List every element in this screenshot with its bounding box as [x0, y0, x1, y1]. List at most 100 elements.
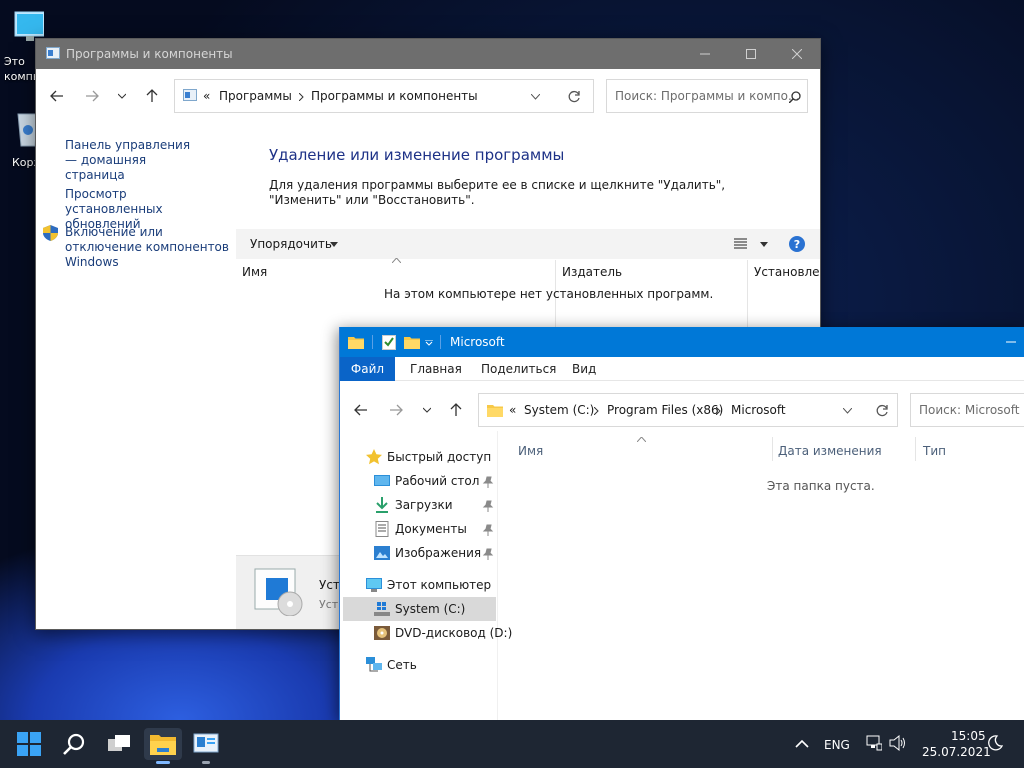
title-bar[interactable]: Microsoft [340, 327, 1024, 357]
chevron-up-icon[interactable] [795, 739, 809, 748]
caret-down-icon[interactable] [760, 242, 768, 247]
chevron-down-icon [423, 407, 431, 413]
search-placeholder: Поиск: Microsoft [919, 403, 1020, 417]
nav-downloads[interactable]: Загрузки [395, 498, 453, 512]
recent-locations-button[interactable] [416, 399, 438, 421]
view-options-icon[interactable] [734, 238, 747, 249]
arrow-left-icon [354, 404, 367, 416]
desktop-icon [374, 475, 390, 486]
recent-locations-button[interactable] [111, 85, 133, 107]
dvd-drive-icon [374, 626, 390, 640]
start-button[interactable] [13, 728, 45, 760]
pin-icon[interactable] [482, 548, 494, 560]
arrow-right-icon [390, 404, 403, 416]
notifications-icon[interactable] [987, 735, 1003, 751]
search-icon[interactable] [789, 91, 801, 103]
network-status-icon[interactable] [866, 735, 882, 751]
download-icon [376, 497, 388, 513]
taskbar-file-explorer[interactable] [144, 728, 182, 760]
chevron-down-icon[interactable] [531, 94, 540, 100]
nav-desktop[interactable]: Рабочий стол [395, 474, 479, 488]
properties-icon[interactable] [382, 334, 396, 350]
refresh-icon[interactable] [875, 404, 889, 418]
search-icon [63, 733, 85, 755]
task-view-button[interactable] [103, 728, 135, 760]
pin-icon[interactable] [482, 500, 494, 512]
pin-icon[interactable] [482, 524, 494, 536]
folder-icon [487, 405, 503, 417]
breadcrumb-programs[interactable]: Программы [219, 89, 292, 103]
column-divider [747, 260, 748, 330]
search-input[interactable]: Поиск: Microsoft [910, 393, 1024, 427]
back-button[interactable] [46, 85, 68, 107]
close-button[interactable] [774, 39, 820, 69]
breadcrumb-overflow[interactable]: « [203, 89, 210, 103]
nav-this-pc[interactable]: Этот компьютер [387, 578, 491, 592]
monitor-icon [366, 578, 382, 592]
command-bar: Упорядочить ? [236, 229, 820, 259]
nav-dvd-drive[interactable]: DVD-дисковод (D:) [395, 626, 512, 640]
nav-network[interactable]: Сеть [387, 658, 417, 672]
tab-share[interactable]: Поделиться [481, 362, 556, 376]
arrow-right-icon [86, 90, 99, 102]
tab-home[interactable]: Главная [410, 362, 462, 376]
search-button[interactable] [58, 728, 90, 760]
breadcrumb-microsoft[interactable]: Microsoft [731, 403, 786, 417]
nav-pictures[interactable]: Изображения [395, 546, 481, 560]
forward-button[interactable] [385, 399, 407, 421]
breadcrumb-program-files-x86[interactable]: Program Files (x86) [607, 403, 723, 417]
refresh-icon[interactable] [567, 90, 581, 104]
forward-button[interactable] [81, 85, 103, 107]
column-header-name[interactable]: Имя [242, 265, 267, 279]
task-view-icon [108, 735, 130, 751]
column-header-publisher[interactable]: Издатель [562, 265, 622, 279]
tab-file[interactable]: Файл [340, 357, 395, 381]
sidebar-link-control-panel-home[interactable]: Панель управления — домашняя страница [65, 138, 205, 183]
column-header-type[interactable]: Тип [923, 444, 946, 458]
speaker-icon[interactable] [889, 735, 907, 751]
new-folder-icon[interactable] [404, 335, 420, 349]
chevron-down-icon [118, 93, 126, 99]
address-bar[interactable]: « System (C:) Program Files (x86) Micros… [478, 393, 898, 427]
help-icon[interactable]: ? [789, 236, 805, 252]
title-bar[interactable]: Программы и компоненты [36, 39, 820, 69]
breadcrumb-overflow[interactable]: « [509, 403, 516, 417]
empty-folder-message: Эта папка пуста. [767, 479, 875, 493]
chevron-right-icon [716, 407, 721, 415]
minimize-button[interactable] [682, 39, 728, 69]
toolbar-divider [372, 335, 373, 349]
tab-view[interactable]: Вид [572, 362, 596, 376]
column-divider [772, 437, 773, 461]
up-button[interactable] [141, 85, 163, 107]
quick-access-toolbar-dropdown-icon[interactable] [425, 340, 433, 346]
star-icon [366, 449, 382, 465]
caret-down-icon[interactable] [330, 242, 338, 247]
breadcrumb-system-c[interactable]: System (C:) [524, 403, 594, 417]
control-panel-icon [46, 47, 60, 59]
breadcrumb-programs-features[interactable]: Программы и компоненты [311, 89, 478, 103]
organize-label: Упорядочить [250, 237, 332, 251]
sort-indicator-icon [392, 258, 401, 263]
clock-date[interactable]: 25.07.2021 [922, 745, 991, 759]
nav-quick-access[interactable]: Быстрый доступ [387, 450, 491, 464]
organize-button[interactable]: Упорядочить [250, 237, 332, 251]
nav-documents[interactable]: Документы [395, 522, 467, 536]
search-input[interactable]: Поиск: Программы и компо... [606, 79, 808, 113]
chevron-down-icon[interactable] [843, 408, 852, 414]
column-header-name[interactable]: Имя [518, 444, 543, 458]
pin-icon[interactable] [482, 476, 494, 488]
pictures-icon [374, 546, 390, 560]
input-language-indicator[interactable]: ENG [824, 738, 850, 752]
column-header-date-modified[interactable]: Дата изменения [778, 444, 882, 458]
shield-icon [43, 225, 58, 241]
back-button[interactable] [350, 399, 372, 421]
maximize-button[interactable] [728, 39, 774, 69]
clock-time[interactable]: 15:05 [951, 729, 986, 743]
up-button[interactable] [445, 399, 467, 421]
sidebar-link-windows-features[interactable]: Включение или отключение компонентов Win… [65, 225, 230, 270]
nav-drive-c[interactable]: System (C:) [395, 602, 465, 616]
minimize-icon[interactable] [1006, 341, 1016, 343]
taskbar-control-panel[interactable] [190, 728, 222, 760]
address-bar[interactable]: « Программы Программы и компоненты [174, 79, 594, 113]
column-header-installed[interactable]: Установле... [754, 265, 820, 279]
